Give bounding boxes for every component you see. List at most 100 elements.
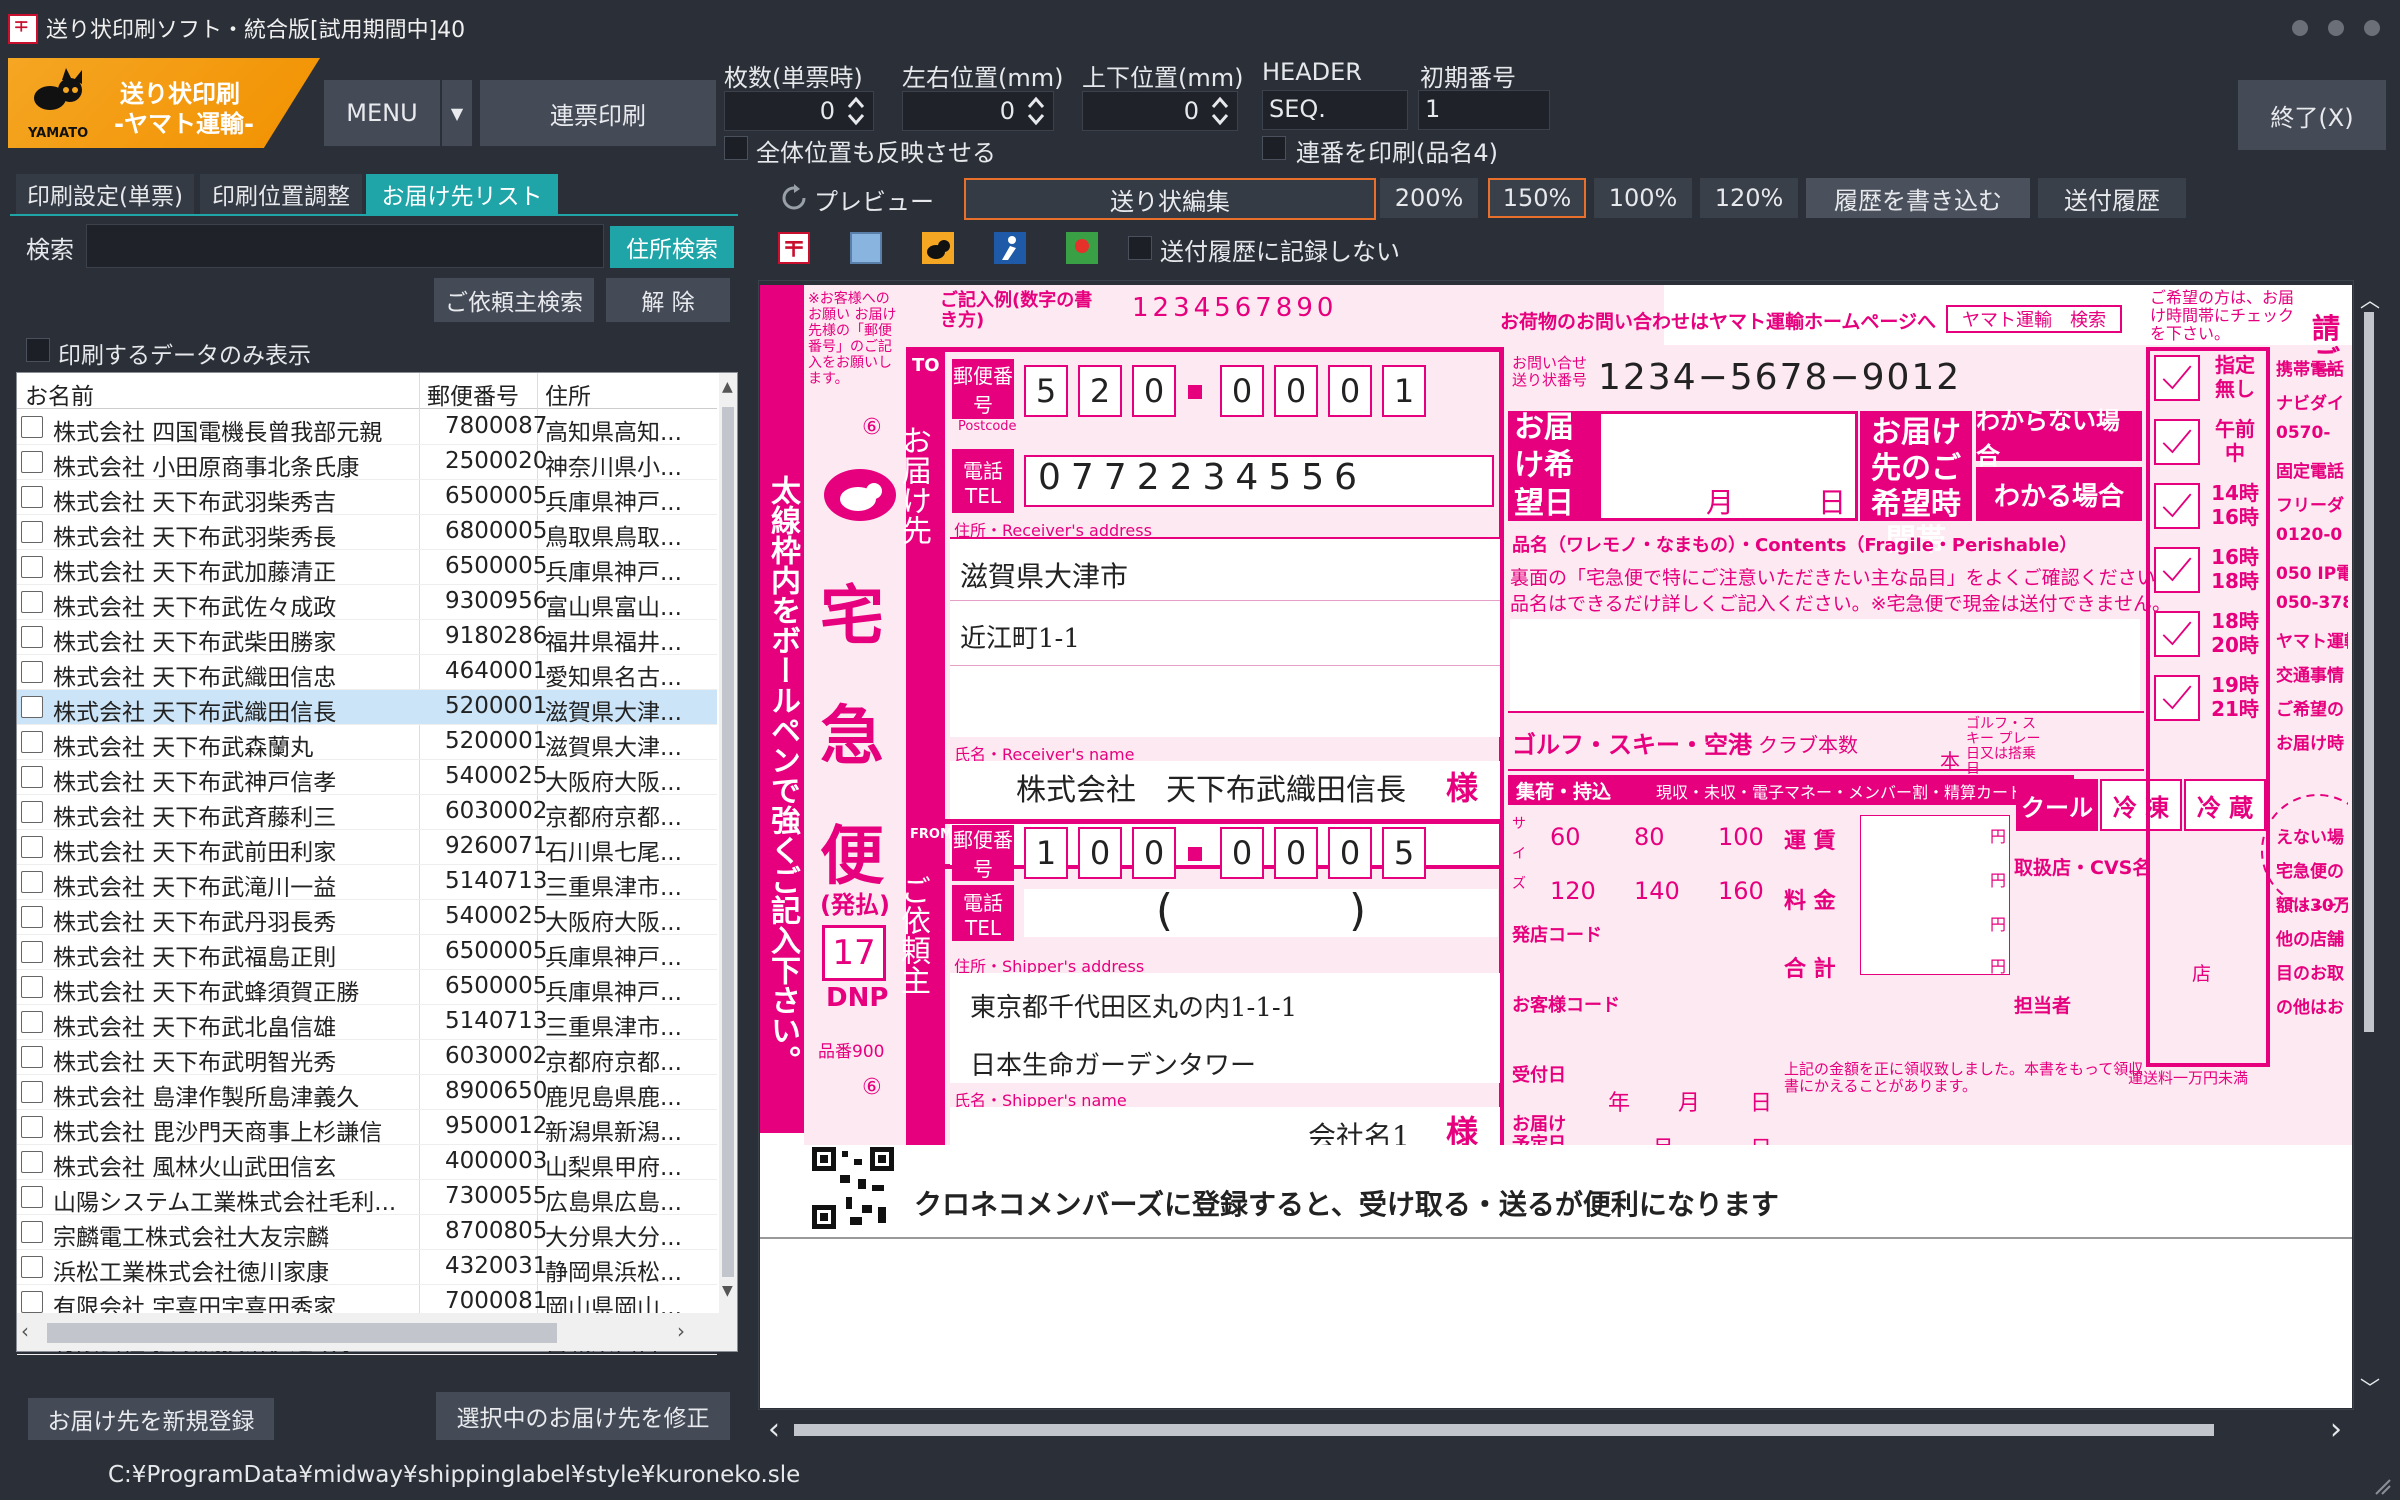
scroll-right-icon[interactable]: › xyxy=(2330,1412,2342,1447)
zoom-150-button[interactable]: 150% xyxy=(1488,178,1586,218)
table-row[interactable]: 株式会社 天下布武前田利家 9260071 石川県七尾... xyxy=(17,830,717,866)
no-record-checkbox[interactable] xyxy=(1128,236,1152,260)
seino-icon[interactable] xyxy=(994,232,1026,264)
table-row[interactable]: 株式会社 天下布武森蘭丸 5200001 滋賀県大津... xyxy=(17,725,717,761)
row-checkbox[interactable] xyxy=(21,906,43,928)
reflect-all-checkbox[interactable] xyxy=(724,136,748,160)
table-row[interactable]: 宗麟電工株式会社大友宗麟 8700805 大分県大分... xyxy=(17,1215,717,1251)
refresh-icon[interactable] xyxy=(780,184,808,212)
preview-hscroll[interactable]: ‹ › xyxy=(760,1410,2354,1450)
row-checkbox[interactable] xyxy=(21,976,43,998)
sheets-stepper[interactable]: 0 xyxy=(724,91,874,131)
yamato-icon[interactable] xyxy=(922,232,954,264)
table-row[interactable]: 株式会社 天下布武神戸信孝 5400025 大阪府大阪... xyxy=(17,760,717,796)
fukuyama-icon[interactable] xyxy=(1066,232,1098,264)
row-checkbox[interactable] xyxy=(21,1046,43,1068)
client-search-button[interactable]: ご依頼主検索 xyxy=(434,278,594,322)
row-checkbox[interactable] xyxy=(21,626,43,648)
row-checkbox[interactable] xyxy=(21,731,43,753)
print-serial-checkbox[interactable] xyxy=(1262,136,1286,160)
table-row[interactable]: 株式会社 天下布武斉藤利三 6030002 京都府京都... xyxy=(17,795,717,831)
row-checkbox[interactable] xyxy=(21,801,43,823)
write-history-button[interactable]: 履歴を書き込む xyxy=(1806,178,2030,218)
slip-edit-button[interactable]: 送り状編集 xyxy=(964,178,1376,220)
header-input[interactable]: SEQ. xyxy=(1262,90,1408,130)
scroll-down-icon[interactable]: ▼ xyxy=(722,1283,733,1299)
edit-destination-button[interactable]: 選択中のお届け先を修正 xyxy=(436,1392,730,1440)
clear-button[interactable]: 解 除 xyxy=(606,278,730,322)
table-row[interactable]: 株式会社 毘沙門天商事上杉謙信 9500012 新潟県新潟... xyxy=(17,1110,717,1146)
vertical-scrollbar[interactable]: ▲ ▼ xyxy=(719,373,737,1313)
table-row[interactable]: 株式会社 天下布武丹羽長秀 5400025 大阪府大阪... xyxy=(17,900,717,936)
close-button[interactable] xyxy=(2364,20,2380,36)
scroll-up-icon[interactable]: ▲ xyxy=(722,379,733,395)
row-checkbox[interactable] xyxy=(21,1151,43,1173)
init-number-input[interactable]: 1 xyxy=(1418,90,1550,130)
table-row[interactable]: 株式会社 天下布武柴田勝家 9180286 福井県福井... xyxy=(17,620,717,656)
row-checkbox[interactable] xyxy=(21,871,43,893)
table-row[interactable]: 株式会社 天下布武北畠信雄 5140713 三重県津市... xyxy=(17,1005,717,1041)
column-header-zip[interactable]: 郵便番号 xyxy=(427,377,519,411)
tab-print-settings[interactable]: 印刷設定(単票) xyxy=(16,174,194,214)
renpyo-print-button[interactable]: 連票印刷 xyxy=(480,80,716,146)
row-checkbox[interactable] xyxy=(21,1221,43,1243)
table-row[interactable]: 浜松工業株式会社徳川家康 4320031 静岡県浜松... xyxy=(17,1250,717,1286)
postal-icon[interactable] xyxy=(778,232,810,264)
row-checkbox[interactable] xyxy=(21,486,43,508)
sagawa-icon[interactable] xyxy=(850,232,882,264)
new-destination-button[interactable]: お届け先を新規登録 xyxy=(28,1398,274,1440)
row-checkbox[interactable] xyxy=(21,661,43,683)
table-row[interactable]: 株式会社 天下布武織田信忠 4640001 愛知県名古... xyxy=(17,655,717,691)
row-checkbox[interactable] xyxy=(21,416,43,438)
row-checkbox[interactable] xyxy=(21,836,43,858)
scroll-right-icon[interactable]: › xyxy=(677,1319,685,1343)
preview-vscroll-thumb[interactable] xyxy=(2364,312,2374,1032)
row-checkbox[interactable] xyxy=(21,1116,43,1138)
table-row[interactable]: 株式会社 天下布武滝川一益 5140713 三重県津市... xyxy=(17,865,717,901)
only-print-checkbox[interactable] xyxy=(26,338,50,362)
ud-position-stepper[interactable]: 0 xyxy=(1082,91,1238,131)
scroll-up-icon[interactable]: ︿ xyxy=(2360,284,2380,313)
menu-dropdown-button[interactable]: ▼ xyxy=(442,80,472,146)
exit-button[interactable]: 終了(X) xyxy=(2238,80,2386,150)
tab-position-adjust[interactable]: 印刷位置調整 xyxy=(200,174,362,214)
table-row[interactable]: 株式会社 天下布武加藤清正 6500005 兵庫県神戸... xyxy=(17,550,717,586)
table-row[interactable]: 株式会社 島津作製所島津義久 8900650 鹿児島県鹿... xyxy=(17,1075,717,1111)
scroll-down-icon[interactable]: ﹀ xyxy=(2360,1372,2380,1401)
zoom-100-button[interactable]: 100% xyxy=(1594,178,1692,218)
table-row[interactable]: 株式会社 四国電機長曾我部元親 7800087 高知県高知... xyxy=(17,410,717,446)
column-header-address[interactable]: 住所 xyxy=(545,377,591,411)
row-checkbox[interactable] xyxy=(21,766,43,788)
scroll-thumb[interactable] xyxy=(722,407,734,1277)
row-checkbox[interactable] xyxy=(21,556,43,578)
preview-hscroll-thumb[interactable] xyxy=(794,1424,2214,1436)
horizontal-scrollbar[interactable]: ‹ › xyxy=(17,1313,737,1351)
hscroll-thumb[interactable] xyxy=(47,1323,557,1343)
search-input[interactable] xyxy=(86,224,604,268)
table-row[interactable]: 株式会社 天下布武佐々成政 9300956 富山県富山... xyxy=(17,585,717,621)
row-checkbox[interactable] xyxy=(21,941,43,963)
table-row[interactable]: 株式会社 天下布武羽柴秀吉 6500005 兵庫県神戸... xyxy=(17,480,717,516)
column-header-name[interactable]: お名前 xyxy=(25,377,94,411)
address-search-button[interactable]: 住所検索 xyxy=(610,226,734,268)
row-checkbox[interactable] xyxy=(21,1256,43,1278)
table-row[interactable]: 株式会社 天下布武織田信長 5200001 滋賀県大津... xyxy=(17,690,717,726)
tab-destination-list[interactable]: お届け先リスト xyxy=(366,174,558,214)
row-checkbox[interactable] xyxy=(21,1186,43,1208)
table-row[interactable]: 株式会社 天下布武蜂須賀正勝 6500005 兵庫県神戸... xyxy=(17,970,717,1006)
menu-button[interactable]: MENU xyxy=(324,80,440,146)
zoom-120-button[interactable]: 120% xyxy=(1700,178,1798,218)
table-row[interactable]: 株式会社 天下布武羽柴秀長 6800005 鳥取県鳥取... xyxy=(17,515,717,551)
preview-vscroll[interactable]: ︿ ﹀ xyxy=(2354,282,2384,1410)
table-row[interactable]: 株式会社 風林火山武田信玄 4000003 山梨県甲府... xyxy=(17,1145,717,1181)
scroll-left-icon[interactable]: ‹ xyxy=(768,1412,780,1447)
table-row[interactable]: 株式会社 天下布武福島正則 6500005 兵庫県神戸... xyxy=(17,935,717,971)
row-checkbox[interactable] xyxy=(21,1081,43,1103)
row-checkbox[interactable] xyxy=(21,1011,43,1033)
table-row[interactable]: 株式会社 天下布武明智光秀 6030002 京都府京都... xyxy=(17,1040,717,1076)
resize-grip-icon[interactable] xyxy=(2372,1476,2392,1496)
table-row[interactable]: 株式会社 小田原商事北条氏康 2500020 神奈川県小... xyxy=(17,445,717,481)
row-checkbox[interactable] xyxy=(21,1291,43,1313)
lr-position-stepper[interactable]: 0 xyxy=(902,91,1054,131)
minimize-button[interactable] xyxy=(2292,20,2308,36)
